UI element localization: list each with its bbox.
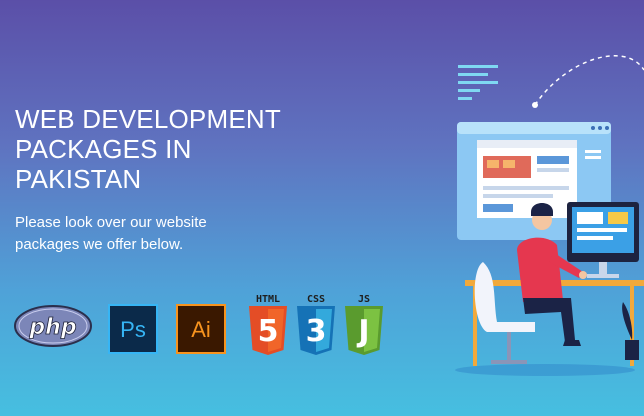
- illustrator-logo-icon: Ai: [176, 304, 226, 354]
- desk-monitor: [567, 202, 639, 278]
- page-title: WEB DEVELOPMENT PACKAGES IN PAKISTAN: [15, 104, 281, 194]
- html-label: HTML: [256, 294, 280, 305]
- js-letter: J: [356, 314, 369, 349]
- html5-number: 5: [258, 314, 279, 349]
- page-subtitle: Please look over our website packages we…: [15, 214, 207, 253]
- browser-window-front: [477, 140, 577, 218]
- css-label: CSS: [307, 294, 325, 305]
- illustrator-logo-text: Ai: [191, 317, 211, 342]
- hero-text: WEB DEVELOPMENT PACKAGES IN PAKISTAN Ple…: [15, 104, 315, 256]
- dot-icon: [532, 102, 538, 108]
- php-logo-text: php: [28, 315, 76, 340]
- css3-logo-icon: CSS 3: [297, 294, 335, 355]
- html5-logo-icon: HTML 5: [249, 294, 287, 355]
- technology-logos: php Ps Ai HTML 5 CSS 3 JS J: [14, 292, 394, 362]
- photoshop-logo-icon: Ps: [108, 304, 158, 354]
- developer-illustration: [455, 55, 644, 376]
- dashed-arc-decoration: [534, 55, 644, 106]
- php-logo-icon: php: [14, 305, 92, 347]
- js-logo-icon: JS J: [345, 294, 383, 355]
- photoshop-logo-text: Ps: [120, 317, 146, 342]
- js-label: JS: [358, 294, 370, 305]
- css3-number: 3: [306, 314, 327, 349]
